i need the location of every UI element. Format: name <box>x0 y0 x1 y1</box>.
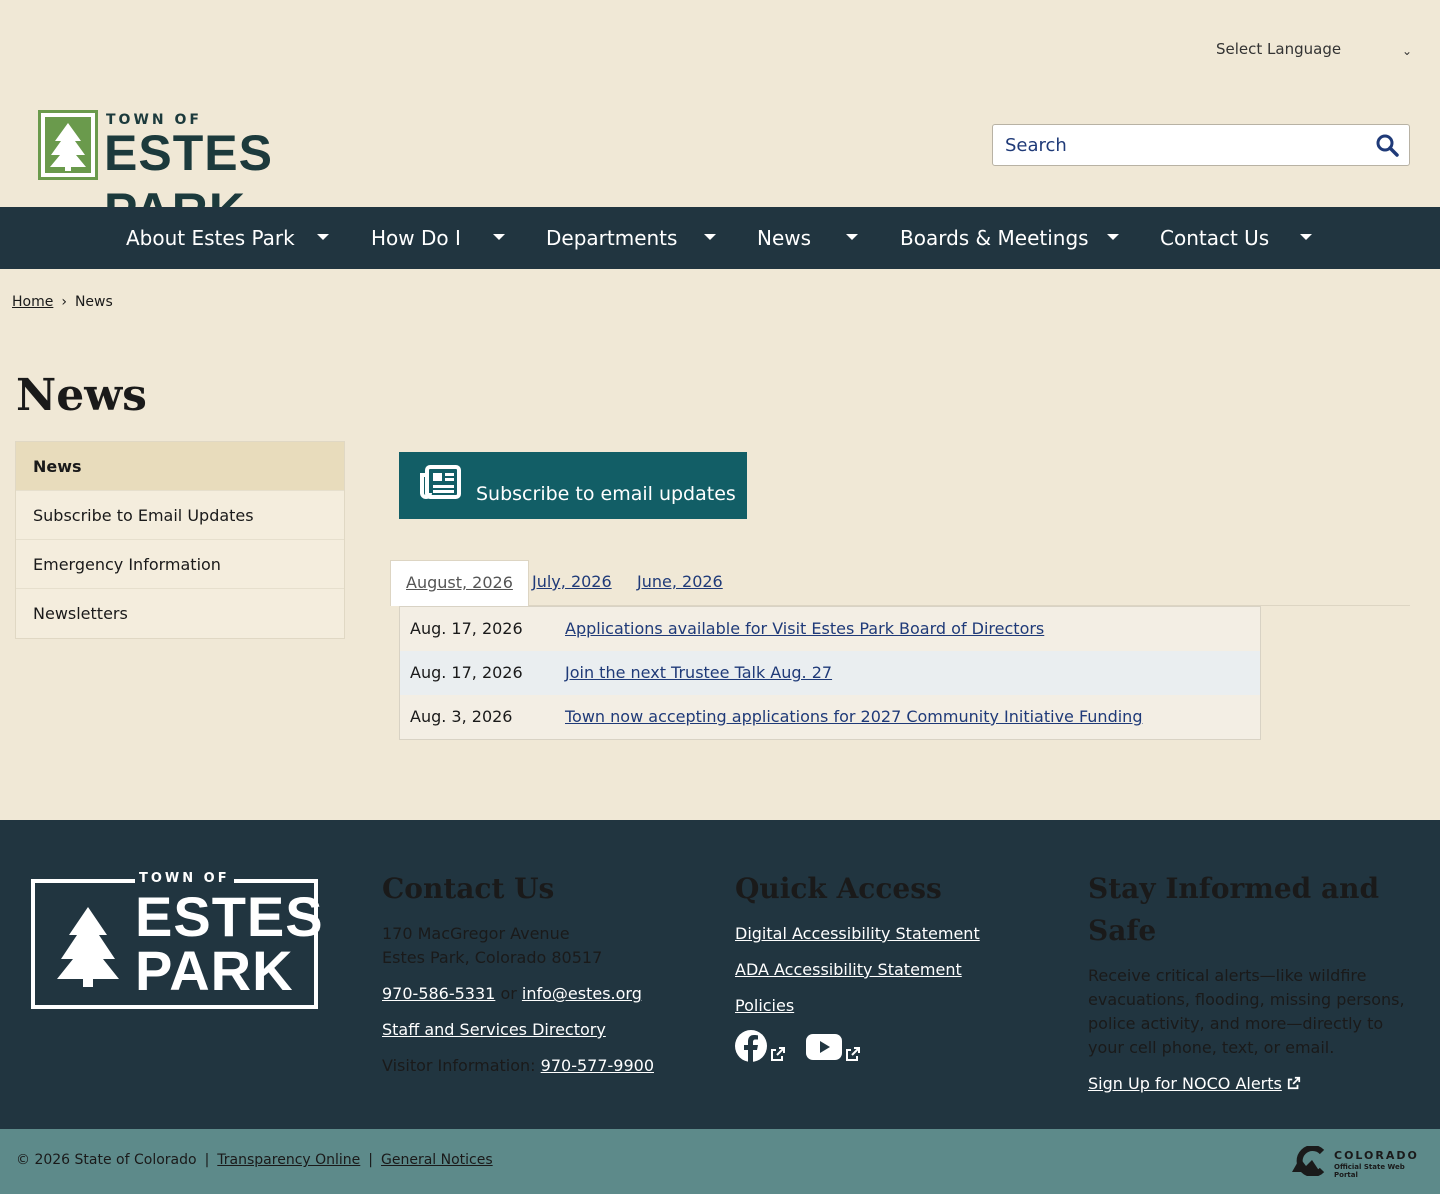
site-logo[interactable]: TOWN OF ESTES PARK <box>38 110 428 239</box>
news-row: Aug. 17, 2026 Applications available for… <box>400 607 1260 651</box>
bottom-bar: © 2026 State of Colorado | Transparency On… <box>0 1129 1440 1194</box>
nav-item-about[interactable]: About Estes Park <box>126 207 295 269</box>
footer-contact: Contact Us 170 MacGregor Avenue Estes Pa… <box>382 868 702 1090</box>
footer-address-line2: Estes Park, Colorado 80517 <box>382 948 603 967</box>
page-title: News <box>16 370 147 421</box>
external-link-icon <box>846 1047 860 1061</box>
colorado-c-icon <box>1292 1146 1325 1176</box>
nav-item-news[interactable]: News <box>757 207 811 269</box>
footer-phone-link[interactable]: 970-586-5331 <box>382 984 495 1003</box>
footer-stay-body: Receive critical alerts—like wildfire ev… <box>1088 966 1405 1057</box>
footer-visitor-phone-link[interactable]: 970-577-9900 <box>541 1056 654 1075</box>
caret-down-icon[interactable] <box>704 234 716 240</box>
side-nav-item-subscribe[interactable]: Subscribe to Email Updates <box>16 491 344 540</box>
caret-down-icon[interactable] <box>493 234 505 240</box>
tab-july-2026[interactable]: July, 2026 <box>532 560 612 606</box>
news-title-link[interactable]: Applications available for Visit Estes P… <box>565 607 1044 651</box>
side-nav: News Subscribe to Email Updates Emergenc… <box>15 441 345 639</box>
breadcrumb-current: News <box>74 294 113 310</box>
side-nav-item-news[interactable]: News <box>16 442 344 491</box>
breadcrumb-separator: › <box>61 294 67 310</box>
main-nav: About Estes Park How Do I Departments Ne… <box>0 207 1440 269</box>
news-title-link[interactable]: Town now accepting applications for 2027… <box>565 695 1142 739</box>
footer-stay-informed: Stay Informed and Safe Receive critical … <box>1088 868 1408 1108</box>
chevron-down-icon: ⌄ <box>1401 44 1412 58</box>
transparency-online-link[interactable]: Transparency Online <box>217 1152 360 1168</box>
language-select-label: Select Language <box>1216 40 1342 58</box>
site-header: Select Language ⌄ TOWN OF ESTES PARK <box>0 0 1440 239</box>
footer-digital-accessibility-link[interactable]: Digital Accessibility Statement <box>735 924 980 943</box>
noco-alerts-link[interactable]: Sign Up for NOCO Alerts <box>1088 1074 1282 1093</box>
tree-icon <box>57 907 119 987</box>
colorado-name: COLORADO <box>1334 1149 1419 1162</box>
news-row: Aug. 17, 2026 Join the next Trustee Talk… <box>400 651 1260 695</box>
footer-address-line1: 170 MacGregor Avenue <box>382 924 570 943</box>
month-tabs: August, 2026 July, 2026 June, 2026 <box>390 560 1410 606</box>
subscribe-button[interactable]: Subscribe to email updates <box>399 452 747 519</box>
search-box <box>992 124 1410 166</box>
news-row: Aug. 3, 2026 Town now accepting applicat… <box>400 695 1260 739</box>
news-date: Aug. 17, 2026 <box>410 619 523 638</box>
footer-logo-line2: PARK <box>135 939 294 1002</box>
footer-logo-line1: ESTES <box>135 885 324 948</box>
tab-june-2026[interactable]: June, 2026 <box>637 560 723 606</box>
news-list: Aug. 17, 2026 Applications available for… <box>399 606 1261 740</box>
general-notices-link[interactable]: General Notices <box>381 1152 493 1168</box>
nav-item-how-do-i[interactable]: How Do I <box>371 207 461 269</box>
nav-item-contact[interactable]: Contact Us <box>1160 207 1269 269</box>
search-input[interactable] <box>1005 133 1365 157</box>
side-nav-item-newsletters[interactable]: Newsletters <box>16 589 344 638</box>
external-link-icon <box>1287 1076 1301 1090</box>
tab-label[interactable]: July, 2026 <box>532 572 612 591</box>
footer-quick-access: Quick Access Digital Accessibility State… <box>735 868 1055 1070</box>
facebook-icon[interactable] <box>735 1030 767 1062</box>
footer-contact-heading: Contact Us <box>382 872 555 905</box>
caret-down-icon[interactable] <box>846 234 858 240</box>
footer-ada-accessibility-link[interactable]: ADA Accessibility Statement <box>735 960 962 979</box>
news-date: Aug. 17, 2026 <box>410 663 523 682</box>
subscribe-label: Subscribe to email updates <box>476 483 736 505</box>
language-select[interactable]: Select Language ⌄ <box>1216 40 1412 64</box>
side-nav-item-emergency[interactable]: Emergency Information <box>16 540 344 589</box>
youtube-icon[interactable] <box>806 1034 842 1060</box>
tab-label[interactable]: June, 2026 <box>637 572 723 591</box>
social-links <box>735 1030 1055 1070</box>
tab-august-2026[interactable]: August, 2026 <box>390 560 529 606</box>
nav-item-departments[interactable]: Departments <box>546 207 677 269</box>
colorado-subtitle: Official State Web Portal <box>1334 1163 1405 1179</box>
breadcrumb-home-link[interactable]: Home <box>12 294 53 310</box>
footer-directory-link[interactable]: Staff and Services Directory <box>382 1020 606 1039</box>
footer-logo[interactable]: TOWN OF ESTES PARK <box>31 871 323 1009</box>
footer-email-link[interactable]: info@estes.org <box>522 984 642 1003</box>
footer-stay-heading: Stay Informed and Safe <box>1088 872 1380 947</box>
nav-item-boards-meetings[interactable]: Boards & Meetings <box>900 207 1089 269</box>
footer-visitor-label: Visitor Information: <box>382 1056 536 1075</box>
news-date: Aug. 3, 2026 <box>410 707 513 726</box>
footer-policies-link[interactable]: Policies <box>735 996 794 1015</box>
search-icon[interactable] <box>1375 133 1399 157</box>
breadcrumb: Home › News <box>12 294 113 310</box>
news-title-link[interactable]: Join the next Trustee Talk Aug. 27 <box>565 651 832 695</box>
logo-tree-mark <box>38 110 98 180</box>
caret-down-icon[interactable] <box>1300 234 1312 240</box>
external-link-icon <box>771 1047 785 1061</box>
footer-logo-town-of: TOWN OF <box>135 871 234 886</box>
tab-label[interactable]: August, 2026 <box>406 573 513 592</box>
newspaper-icon <box>420 465 461 499</box>
caret-down-icon[interactable] <box>317 234 329 240</box>
footer-quick-heading: Quick Access <box>735 872 942 905</box>
copyright-text: © 2026 State of Colorado <box>16 1152 197 1168</box>
caret-down-icon[interactable] <box>1107 234 1119 240</box>
footer-or-text: or <box>500 984 517 1003</box>
colorado-portal-logo[interactable]: COLORADO Official State Web Portal <box>1288 1146 1426 1179</box>
